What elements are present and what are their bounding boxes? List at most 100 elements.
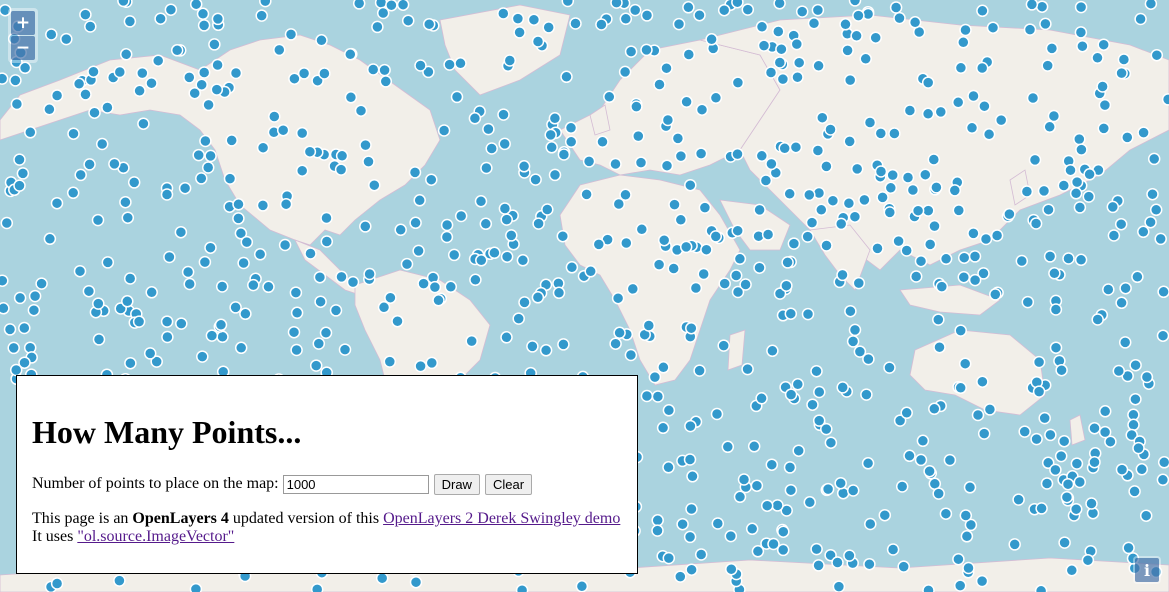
points-input[interactable] [282,474,429,494]
clear-button[interactable]: Clear [484,473,533,495]
map-point [850,162,864,176]
map-point [679,240,693,254]
map-point [1030,432,1043,446]
map-point [232,198,245,211]
map-point [1098,98,1112,112]
map-point [914,254,928,268]
map-point [801,230,814,243]
map-point [685,502,698,516]
map-point [812,559,825,572]
map-point [84,20,97,33]
map-point [874,165,888,178]
map-point [532,217,545,230]
map-point [1069,187,1083,200]
map-point [939,507,953,520]
map-point [344,48,357,61]
map-point [789,140,803,154]
info-text: This page is an OpenLayers 4 updated ver… [32,510,637,546]
map-point [933,340,946,354]
map-point [1038,411,1051,425]
map-point [211,12,225,26]
map-point [1012,493,1025,506]
demo-link[interactable]: OpenLayers 2 Derek Swingley demo [383,510,620,527]
map-point [958,357,972,370]
map-point [806,398,819,411]
map-point [1043,120,1056,134]
map-point [74,168,87,182]
map-point [773,0,786,10]
map-point [1161,93,1169,106]
map-point [842,197,856,210]
map-point [195,78,208,91]
map-point [198,255,212,269]
map-point [682,48,696,61]
map-point [1131,270,1144,284]
map-point [16,167,30,180]
map-point [569,17,582,30]
map-point [1129,392,1142,406]
map-point [836,268,849,282]
map-point [27,303,41,317]
map-point [440,230,454,244]
map-point [497,108,510,121]
points-label: Number of points to place on the map: [32,475,279,492]
map-point [197,19,211,32]
map-point [1003,207,1016,221]
map-point [967,227,980,240]
map-point [921,107,935,121]
map-point [557,148,571,161]
map-point [697,267,710,281]
map-point [766,344,779,358]
draw-button[interactable]: Draw [433,473,480,495]
map-point [710,407,724,421]
map-point [564,121,578,135]
map-point [1146,187,1159,201]
map-point [603,90,616,104]
map-point [526,340,539,353]
map-point [1020,185,1034,198]
map-point [582,155,596,168]
map-point [717,3,731,17]
map-point [1065,564,1079,577]
map-point [747,440,761,453]
map-point [1015,254,1029,268]
map-point [1018,425,1031,438]
map-point [35,277,48,290]
map-point [733,490,747,504]
map-point [443,58,456,71]
map-point [584,265,597,278]
map-point [309,359,323,372]
map-point [834,217,848,231]
map-point [1115,463,1129,476]
map-point [320,235,334,248]
map-point [1098,425,1112,439]
attribution-button[interactable]: i [1135,558,1159,582]
map-point [3,323,17,336]
page-title: How Many Points... [32,414,302,450]
map-point [1083,168,1096,181]
map-point [795,5,809,18]
map-point [256,199,270,212]
map-point [1049,463,1062,477]
zoom-out-button[interactable]: − [11,36,35,60]
map-point [564,135,578,149]
map-point [871,242,884,255]
map-point [480,161,493,175]
map-point [960,530,974,543]
map-point [196,7,210,21]
map-point [850,29,863,43]
map-point [1045,42,1059,55]
map-point [1107,229,1121,242]
map-point [303,145,317,158]
map-point [965,121,979,135]
map-point [841,44,854,57]
map-point [192,148,205,162]
source-link[interactable]: "ol.source.ImageVector" [77,528,234,545]
zoom-in-button[interactable]: + [11,11,35,35]
map-point [1026,91,1040,105]
map-point [1070,457,1084,470]
map-point [503,54,517,67]
map-point [1082,190,1096,203]
map-point [884,181,898,195]
map-point [79,8,92,21]
